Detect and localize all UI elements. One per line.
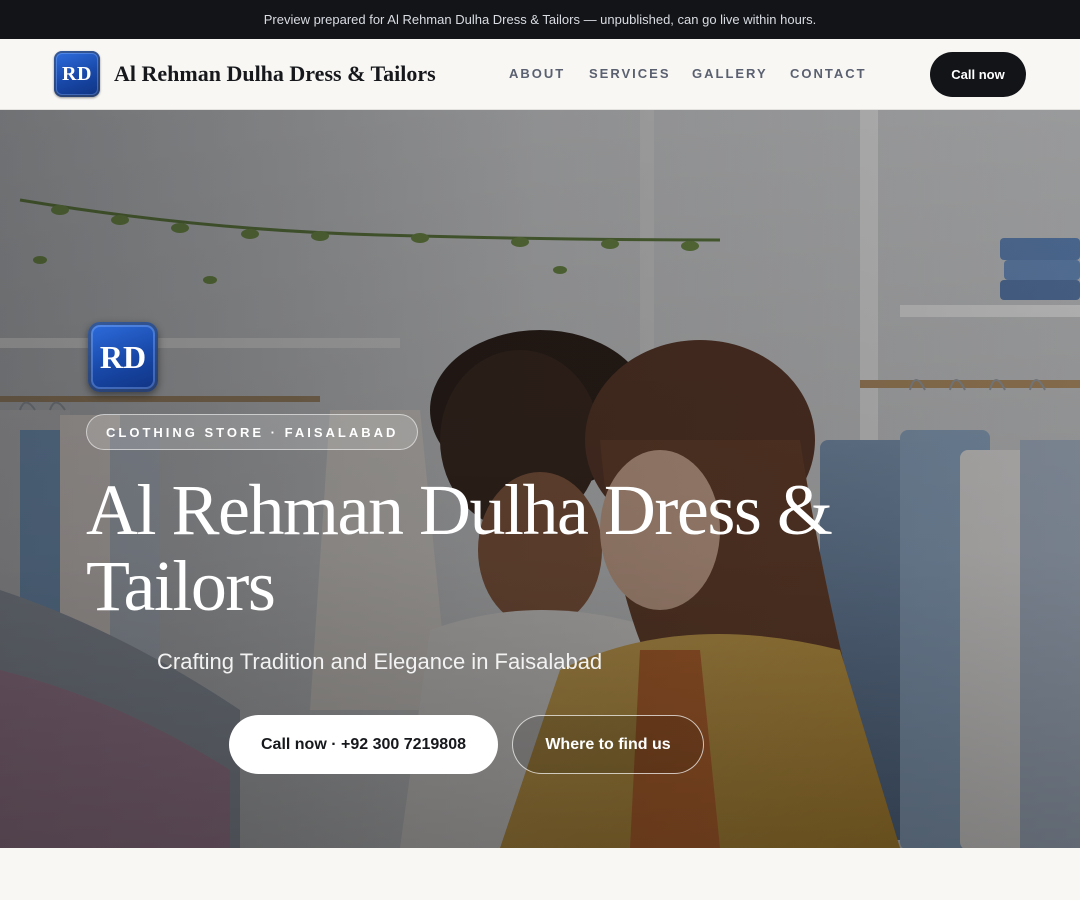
hero-section: RD CLOTHING STORE · FAISALABAD Al Rehman…	[0, 110, 1080, 848]
preview-banner-text: Preview prepared for Al Rehman Dulha Dre…	[263, 12, 817, 27]
nav-about[interactable]: ABOUT	[509, 66, 565, 81]
hero-subtitle: Crafting Tradition and Elegance in Faisa…	[157, 649, 603, 674]
hero-title: Al Rehman Dulha Dress & Tailors	[86, 470, 833, 626]
nav-services[interactable]: SERVICES	[589, 66, 671, 81]
hero-logo-text: RD	[99, 338, 147, 375]
next-section	[0, 848, 1080, 900]
rd-logo-icon[interactable]: RD	[54, 51, 100, 97]
brand-name[interactable]: Al Rehman Dulha Dress & Tailors	[114, 61, 436, 87]
nav-gallery[interactable]: GALLERY	[692, 66, 768, 81]
find-us-button[interactable]: Where to find us	[512, 715, 704, 774]
hero-rd-logo-icon: RD	[88, 322, 158, 392]
preview-banner: Preview prepared for Al Rehman Dulha Dre…	[0, 0, 1080, 39]
nav-contact[interactable]: CONTACT	[790, 66, 867, 81]
site-header: RD Al Rehman Dulha Dress & Tailors ABOUT…	[0, 39, 1080, 110]
category-badge: CLOTHING STORE · FAISALABAD	[86, 414, 419, 450]
call-now-button[interactable]: Call now	[930, 52, 1026, 97]
call-phone-button[interactable]: Call now · +92 300 7219808	[229, 715, 498, 774]
logo-text: RD	[62, 62, 92, 85]
